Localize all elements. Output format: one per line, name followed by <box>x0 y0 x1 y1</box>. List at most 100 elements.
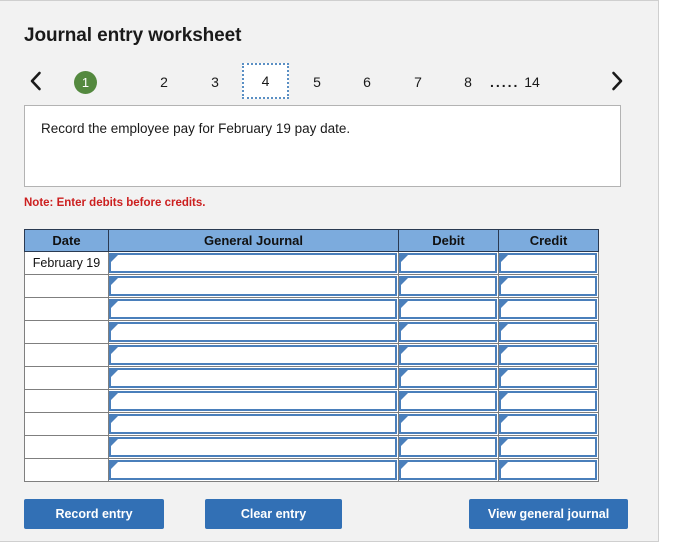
cell-debit-container <box>398 366 499 390</box>
cell-general-journal-container <box>108 458 399 482</box>
cell-credit-container <box>498 366 599 390</box>
cell-debit-input[interactable] <box>399 276 497 296</box>
cell-general-journal-input[interactable] <box>109 460 397 480</box>
cell-credit-input[interactable] <box>499 414 597 434</box>
cell-general-journal-input[interactable] <box>109 437 397 457</box>
cell-general-journal-input[interactable] <box>109 414 397 434</box>
cell-debit-container <box>398 412 499 436</box>
cell-general-journal-input[interactable] <box>109 322 397 342</box>
pagination-page-2[interactable]: 2 <box>143 66 185 98</box>
pagination-page-6[interactable]: 6 <box>346 66 388 98</box>
table-row <box>24 343 599 367</box>
cell-debit-container <box>398 389 499 413</box>
worksheet-panel: Journal entry worksheet 1 2 3 4 5 6 7 8 … <box>0 0 659 542</box>
cell-date[interactable] <box>24 458 109 482</box>
cell-debit-input[interactable] <box>399 368 497 388</box>
pagination-page-1[interactable]: 1 <box>74 71 97 94</box>
debits-before-credits-note: Note: Enter debits before credits. <box>24 197 206 209</box>
table-row <box>24 366 599 390</box>
table-row <box>24 412 599 436</box>
cell-debit-input[interactable] <box>399 414 497 434</box>
cell-debit-container <box>398 435 499 459</box>
cell-credit-input[interactable] <box>499 345 597 365</box>
pagination-page-7[interactable]: 7 <box>397 66 439 98</box>
cell-general-journal-container <box>108 366 399 390</box>
pagination-page-5[interactable]: 5 <box>296 66 338 98</box>
cell-date[interactable] <box>24 389 109 413</box>
record-entry-button[interactable]: Record entry <box>24 499 164 529</box>
cell-date[interactable] <box>24 297 109 321</box>
column-header-debit: Debit <box>398 229 499 252</box>
pagination: 1 2 3 4 5 6 7 8 ..... 14 <box>24 63 628 103</box>
cell-credit-input[interactable] <box>499 253 597 273</box>
chevron-right-icon[interactable] <box>606 66 628 96</box>
cell-debit-container <box>398 320 499 344</box>
cell-debit-container <box>398 251 499 275</box>
table-row <box>24 458 599 482</box>
page-title: Journal entry worksheet <box>24 25 242 46</box>
cell-credit-container <box>498 435 599 459</box>
table-row <box>24 435 599 459</box>
cell-date[interactable] <box>24 274 109 298</box>
cell-credit-container <box>498 389 599 413</box>
table-row <box>24 297 599 321</box>
view-general-journal-button[interactable]: View general journal <box>469 499 628 529</box>
cell-general-journal-input[interactable] <box>109 299 397 319</box>
pagination-page-8[interactable]: 8 <box>447 66 489 98</box>
pagination-page-4[interactable]: 4 <box>242 63 289 99</box>
cell-credit-input[interactable] <box>499 437 597 457</box>
cell-date[interactable] <box>24 435 109 459</box>
cell-general-journal-container <box>108 412 399 436</box>
pagination-page-14[interactable]: 14 <box>511 66 553 98</box>
cell-general-journal-container <box>108 251 399 275</box>
cell-debit-input[interactable] <box>399 253 497 273</box>
cell-credit-input[interactable] <box>499 276 597 296</box>
cell-date[interactable]: February 19 <box>24 251 109 275</box>
cell-date[interactable] <box>24 412 109 436</box>
table-header-row: Date General Journal Debit Credit <box>24 229 599 252</box>
cell-credit-container <box>498 274 599 298</box>
journal-table-body: February 19 <box>24 251 599 482</box>
cell-debit-input[interactable] <box>399 460 497 480</box>
cell-general-journal-container <box>108 297 399 321</box>
cell-debit-input[interactable] <box>399 437 497 457</box>
cell-general-journal-container <box>108 435 399 459</box>
cell-debit-input[interactable] <box>399 299 497 319</box>
chevron-left-icon[interactable] <box>24 66 46 96</box>
cell-date[interactable] <box>24 320 109 344</box>
cell-debit-container <box>398 274 499 298</box>
cell-debit-container <box>398 343 499 367</box>
cell-credit-input[interactable] <box>499 391 597 411</box>
cell-credit-input[interactable] <box>499 368 597 388</box>
cell-general-journal-input[interactable] <box>109 253 397 273</box>
cell-credit-input[interactable] <box>499 460 597 480</box>
description-text: Record the employee pay for February 19 … <box>41 121 351 136</box>
journal-entry-table: Date General Journal Debit Credit Februa… <box>24 229 599 482</box>
cell-credit-input[interactable] <box>499 299 597 319</box>
table-row: February 19 <box>24 251 599 275</box>
cell-general-journal-container <box>108 343 399 367</box>
cell-credit-container <box>498 251 599 275</box>
table-row <box>24 389 599 413</box>
table-row <box>24 274 599 298</box>
cell-debit-input[interactable] <box>399 345 497 365</box>
cell-debit-input[interactable] <box>399 322 497 342</box>
cell-date[interactable] <box>24 343 109 367</box>
cell-date[interactable] <box>24 366 109 390</box>
cell-credit-input[interactable] <box>499 322 597 342</box>
cell-credit-container <box>498 412 599 436</box>
cell-credit-container <box>498 320 599 344</box>
cell-credit-container <box>498 297 599 321</box>
pagination-page-3[interactable]: 3 <box>194 66 236 98</box>
cell-general-journal-input[interactable] <box>109 368 397 388</box>
cell-credit-container <box>498 458 599 482</box>
cell-general-journal-input[interactable] <box>109 276 397 296</box>
clear-entry-button[interactable]: Clear entry <box>205 499 342 529</box>
cell-general-journal-container <box>108 320 399 344</box>
cell-general-journal-input[interactable] <box>109 391 397 411</box>
table-row <box>24 320 599 344</box>
cell-debit-container <box>398 297 499 321</box>
cell-debit-input[interactable] <box>399 391 497 411</box>
cell-general-journal-input[interactable] <box>109 345 397 365</box>
column-header-general-journal: General Journal <box>108 229 399 252</box>
